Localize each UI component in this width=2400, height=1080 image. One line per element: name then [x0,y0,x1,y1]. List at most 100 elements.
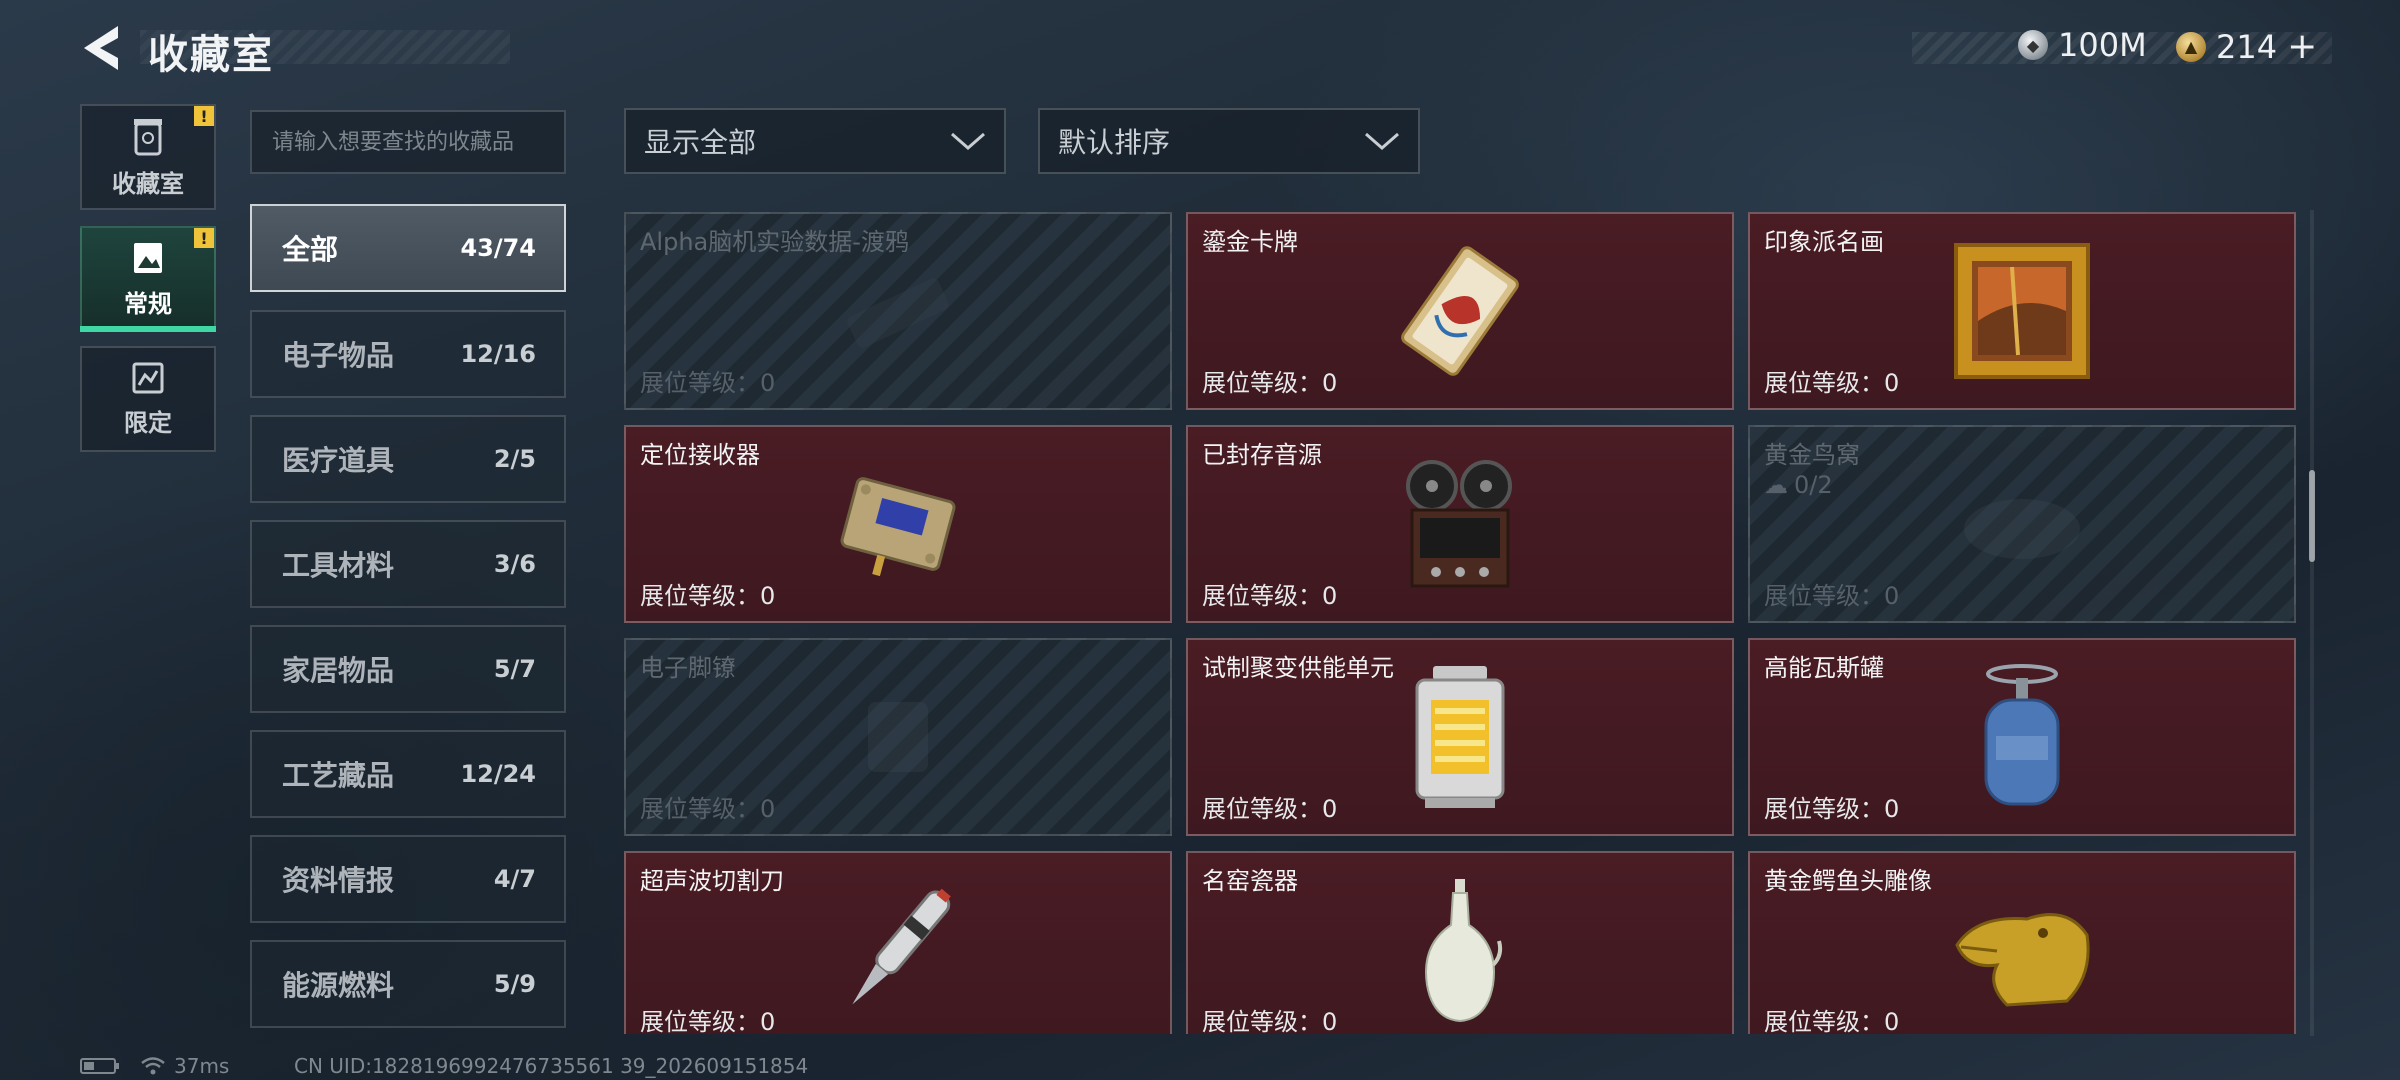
nest-silhouette-icon [1964,499,2080,559]
category-count: 43/74 [460,234,536,262]
category-count: 5/9 [493,970,536,998]
collection-card[interactable]: Alpha脑机实验数据-渡鸦 展位等级：0 [624,212,1172,410]
category-name: 能源燃料 [282,969,395,1002]
exhibit-level: 展位等级：0 [1202,369,1338,397]
category-household[interactable]: 家居物品 5/7 [250,625,566,713]
item-progress: ☁ 0/2 [1764,471,1833,499]
back-arrow-icon [84,26,118,70]
silver-coin-icon: ◆ [2018,30,2048,60]
exhibit-level: 展位等级：0 [1202,1008,1338,1034]
painting-icon [1954,243,2090,379]
category-all[interactable]: 全部 43/74 [250,204,566,292]
category-name: 全部 [282,233,339,266]
sidebar-tab-collection-room[interactable]: 收藏室 ! [80,104,216,210]
search-input[interactable] [272,129,544,155]
exhibit-level: 展位等级：0 [1202,795,1338,823]
collection-card[interactable]: 印象派名画 展位等级：0 [1748,212,2296,410]
exhibit-level: 展位等级：0 [640,1008,776,1034]
exhibit-level: 展位等级：0 [1764,795,1900,823]
scrollbar-thumb[interactable] [2309,470,2315,562]
collection-card[interactable]: 试制聚变供能单元 展位等级：0 [1186,638,1734,836]
battery-icon [80,1058,119,1074]
item-name: 名窑瓷器 [1202,867,1298,895]
gold-currency[interactable]: ▲ 214 + [2176,26,2317,67]
category-count: 12/24 [460,760,536,788]
silver-currency: ◆ 100M [2018,26,2147,64]
trash-can-icon [134,118,162,155]
category-crafts[interactable]: 工艺藏品 12/24 [250,730,566,818]
category-name: 工具材料 [282,549,395,582]
display-filter-value: 显示全部 [644,126,757,159]
category-tools[interactable]: 工具材料 3/6 [250,520,566,608]
tape-recorder-icon [1406,460,1512,588]
exhibit-level: 展位等级：0 [640,795,776,823]
item-name: 定位接收器 [640,441,760,469]
sort-value: 默认排序 [1058,126,1171,159]
category-medical[interactable]: 医疗道具 2/5 [250,415,566,503]
fusion-cell-icon [1415,666,1505,808]
chevron-down-icon [951,132,985,150]
item-name: 印象派名画 [1764,228,1884,256]
alert-badge: ! [194,106,214,126]
sidebar-tab-label: 收藏室 [112,169,184,198]
add-currency-button[interactable]: + [2287,26,2317,67]
category-count: 5/7 [493,655,536,683]
progress-value: 0/2 [1794,471,1833,499]
gold-amount: 214 [2216,27,2278,66]
exhibit-level: 展位等级：0 [1764,369,1900,397]
sidebar-tab-label: 限定 [124,408,172,437]
sort-dropdown[interactable]: 默认排序 [1038,108,1420,174]
collection-card[interactable]: 黄金鸟窝 ☁ 0/2 展位等级：0 [1748,425,2296,623]
item-name: 超声波切割刀 [640,867,784,895]
gold-coin-icon: ▲ [2176,31,2206,62]
item-name: 电子脚镣 [640,654,736,682]
category-name: 资料情报 [282,864,395,897]
exhibit-level: 展位等级：0 [1764,1008,1900,1034]
gas-canister-icon [1984,664,2060,806]
category-count: 12/16 [460,340,536,368]
exhibit-level: 展位等级：0 [640,369,776,397]
category-count: 2/5 [493,445,536,473]
collection-card[interactable]: 超声波切割刀 展位等级：0 [624,851,1172,1034]
item-name: 黄金鸟窝 [1764,441,1860,469]
collection-card[interactable]: 黄金鳄鱼头雕像 展位等级：0 [1748,851,2296,1034]
item-name: 试制聚变供能单元 [1202,654,1394,682]
exhibit-level: 展位等级：0 [1202,582,1338,610]
exhibit-level: 展位等级：0 [1764,582,1900,610]
category-electronics[interactable]: 电子物品 12/16 [250,310,566,398]
sidebar-tab-label: 常规 [124,289,172,318]
exhibit-level: 展位等级：0 [640,582,776,610]
collection-card[interactable]: 鎏金卡牌 展位等级：0 [1186,212,1734,410]
category-name: 医疗道具 [282,444,395,477]
collection-card[interactable]: 高能瓦斯罐 展位等级：0 [1748,638,2296,836]
grid-scrollbar[interactable] [2310,210,2314,1036]
item-name: 高能瓦斯罐 [1764,654,1884,682]
category-name: 家居物品 [282,654,395,687]
category-count: 4/7 [493,865,536,893]
golden-crocodile-icon [1955,913,2090,1007]
ping-value: 37ms [174,1054,230,1078]
sidebar-tab-regular[interactable]: 常规 ! [80,226,216,332]
data-drive-icon [847,278,949,348]
ankle-monitor-icon [868,702,928,772]
category-name: 工艺藏品 [282,759,395,792]
collection-card[interactable]: 名窑瓷器 展位等级：0 [1186,851,1734,1034]
alert-badge: ! [194,228,214,248]
uid-label: CN UID:1828196992476735561 39_2026091518… [294,1054,809,1078]
collection-card[interactable]: 已封存音源 展位等级：0 [1186,425,1734,623]
category-energy[interactable]: 能源燃料 5/9 [250,940,566,1028]
chevron-down-icon [1365,132,1399,150]
wifi-icon [141,1057,165,1075]
category-intel[interactable]: 资料情报 4/7 [250,835,566,923]
back-button[interactable] [78,22,128,74]
item-name: 鎏金卡牌 [1202,228,1298,256]
sidebar-tab-limited[interactable]: 限定 [80,346,216,452]
item-name: 已封存音源 [1202,441,1322,469]
display-filter-dropdown[interactable]: 显示全部 [624,108,1006,174]
search-field[interactable] [250,110,566,174]
collection-card[interactable]: 电子脚镣 展位等级：0 [624,638,1172,836]
collection-card[interactable]: 定位接收器 展位等级：0 [624,425,1172,623]
picture-frame-icon [134,242,162,273]
category-name: 电子物品 [282,339,395,372]
network-status: 37ms [80,1054,229,1078]
